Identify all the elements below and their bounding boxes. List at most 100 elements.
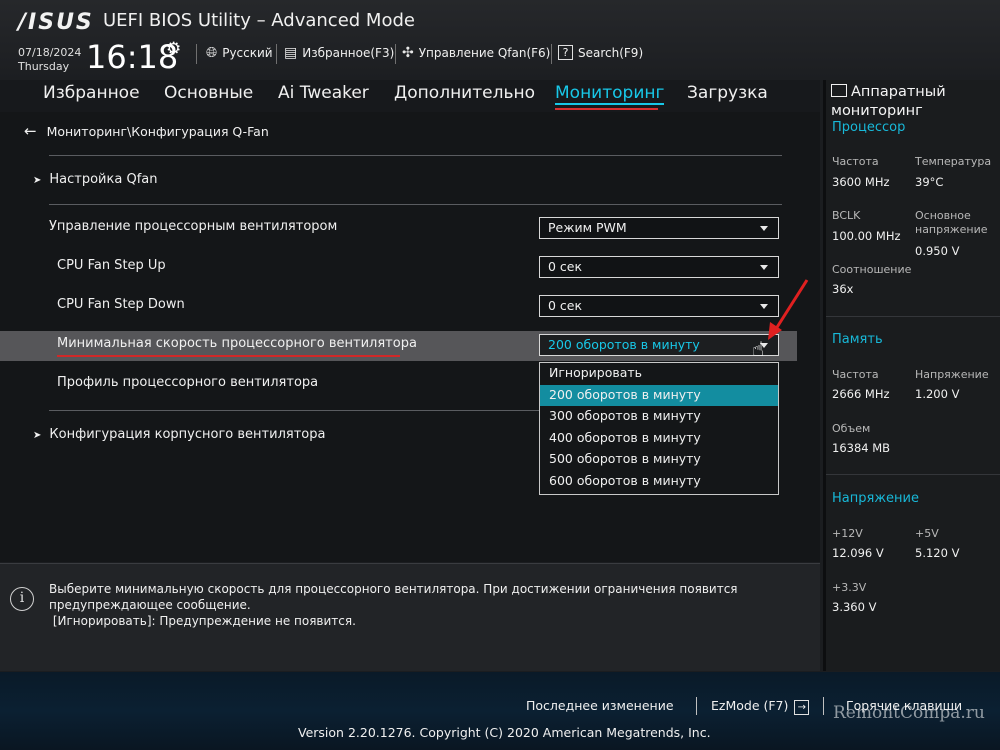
date-display: 07/18/2024 Thursday <box>18 46 81 74</box>
tab-ai-tweaker[interactable]: Ai Tweaker <box>278 83 369 103</box>
hand-cursor-icon: ☝ <box>752 337 765 361</box>
divider <box>49 204 782 205</box>
breadcrumb-path: Мониторинг\Конфигурация Q-Fan <box>46 123 269 139</box>
breadcrumb: ← Мониторинг\Конфигурация Q-Fan <box>24 122 269 140</box>
dropdown-arrow-icon <box>760 226 768 231</box>
v33-label: +3.3V <box>832 581 867 594</box>
tab-monitor[interactable]: Мониторинг <box>555 83 665 105</box>
divider <box>696 697 697 715</box>
qfan-settings-item[interactable]: ➤ Настройка Qfan <box>33 172 157 187</box>
min-speed-value: 200 оборотов в минуту <box>548 337 700 352</box>
tab-boot[interactable]: Загрузка <box>687 83 768 103</box>
cpu-temp-label: Температура <box>915 155 992 168</box>
option-200-rpm[interactable]: 200 оборотов в минуту <box>540 384 778 406</box>
cpu-fan-control-label: Управление процессорным вентилятором <box>49 219 338 234</box>
option-300-rpm[interactable]: 300 оборотов в минуту <box>540 406 778 428</box>
help-line: предупреждающее сообщение. <box>49 598 251 612</box>
divider <box>395 44 396 64</box>
clock: 16:18 <box>86 38 179 76</box>
divider <box>823 697 824 715</box>
help-line: [Игнорировать]: Предупреждение не появит… <box>49 614 356 628</box>
option-500-rpm[interactable]: 500 оборотов в минуту <box>540 449 778 471</box>
v12-value: 12.096 V <box>832 546 884 560</box>
favorites-icon: ▤ <box>284 45 298 61</box>
option-400-rpm[interactable]: 400 оборотов в минуту <box>540 428 778 450</box>
mem-volt-label: Напряжение <box>915 368 989 381</box>
divider <box>49 155 782 156</box>
mem-volt-value: 1.200 V <box>915 387 960 401</box>
cpu-section-title: Процессор <box>832 120 906 135</box>
step-up-value: 0 сек <box>548 259 583 274</box>
hw-monitor-title: Аппаратный мониторинг <box>831 84 946 119</box>
cpu-freq-label: Частота <box>832 155 879 168</box>
mem-freq-value: 2666 MHz <box>832 387 890 401</box>
language-label: Русский <box>222 46 273 60</box>
ezmode-label: EzMode (F7) <box>711 698 789 713</box>
asus-logo: /ISUS <box>18 10 94 35</box>
cpu-freq-value: 3600 MHz <box>832 175 890 189</box>
cpu-temp-value: 39°C <box>915 175 944 189</box>
search-label: Search(F9) <box>578 45 644 60</box>
divider <box>49 410 539 411</box>
app-title: UEFI BIOS Utility – Advanced Mode <box>103 10 415 31</box>
qfan-label: Управление Qfan(F6) <box>418 46 551 60</box>
expand-arrow-icon: ➤ <box>33 430 42 441</box>
weekday-text: Thursday <box>18 60 70 73</box>
bclk-label: BCLK <box>832 209 861 222</box>
tab-favorites[interactable]: Избранное <box>43 83 140 103</box>
tab-advanced[interactable]: Дополнительно <box>394 83 535 103</box>
min-speed-label[interactable]: Минимальная скорость процессорного венти… <box>57 336 417 351</box>
date-text: 07/18/2024 <box>18 46 82 59</box>
favorites-label: Избранное(F3) <box>302 46 395 60</box>
annotation-underline <box>555 108 658 110</box>
option-600-rpm[interactable]: 600 оборотов в минуту <box>540 471 778 493</box>
qfan-settings-label: Настройка Qfan <box>49 172 158 187</box>
watermark: RemontCompa.ru <box>833 703 985 723</box>
search-button[interactable]: ? Search(F9) <box>558 45 643 60</box>
qfan-button[interactable]: ✣ Управление Qfan(F6) <box>402 45 550 61</box>
step-up-label: CPU Fan Step Up <box>57 258 166 273</box>
mem-size-value: 16384 MB <box>832 441 891 455</box>
chassis-fan-config-label: Конфигурация корпусного вентилятора <box>49 427 326 442</box>
tab-main[interactable]: Основные <box>164 83 253 103</box>
help-icon: ? <box>558 45 573 60</box>
cpu-fan-control-dropdown[interactable]: Режим PWM <box>539 217 779 239</box>
step-up-dropdown[interactable]: 0 сек <box>539 256 779 278</box>
annotation-arrow-icon <box>768 279 809 340</box>
help-line: Выберите минимальную скорость для процес… <box>49 582 738 596</box>
step-down-dropdown[interactable]: 0 сек <box>539 295 779 317</box>
option-ignore[interactable]: Игнорировать <box>540 363 778 385</box>
ratio-label: Соотношение <box>832 263 912 276</box>
v5-value: 5.120 V <box>915 546 960 560</box>
info-icon: i <box>10 587 34 611</box>
version-text: Version 2.20.1276. Copyright (C) 2020 Am… <box>298 725 711 740</box>
divider <box>276 44 277 64</box>
step-down-value: 0 сек <box>548 298 583 313</box>
v5-label: +5V <box>915 527 939 540</box>
v12-label: +12V <box>832 527 863 540</box>
cpu-fan-control-value: Режим PWM <box>548 220 627 235</box>
favorites-button[interactable]: ▤ Избранное(F3) <box>284 45 394 61</box>
voltage-section-title: Напряжение <box>832 491 919 506</box>
ratio-value: 36x <box>832 282 854 296</box>
fan-profile-label[interactable]: Профиль процессорного вентилятора <box>57 375 318 390</box>
divider <box>826 474 1000 475</box>
last-change-button[interactable]: Последнее изменение <box>526 698 674 713</box>
back-arrow-icon[interactable]: ← <box>24 122 37 140</box>
step-down-label: CPU Fan Step Down <box>57 297 185 312</box>
fan-icon: ✣ <box>402 45 414 61</box>
mem-freq-label: Частота <box>832 368 879 381</box>
min-speed-dropdown[interactable]: 200 оборотов в минуту <box>539 334 779 356</box>
language-button[interactable]: 🌐︎ Русский <box>206 45 273 61</box>
divider <box>551 44 552 64</box>
core-voltage-value: 0.950 V <box>915 244 960 258</box>
mem-size-label: Объем <box>832 422 871 435</box>
divider <box>196 44 197 64</box>
exit-icon: → <box>794 700 810 715</box>
gear-icon[interactable]: ⚙ <box>166 39 181 59</box>
min-speed-options-list: Игнорировать 200 оборотов в минуту 300 о… <box>539 362 779 495</box>
ezmode-button[interactable]: EzMode (F7) → <box>711 698 810 715</box>
chassis-fan-config-item[interactable]: ➤ Конфигурация корпусного вентилятора <box>33 427 325 442</box>
annotation-underline <box>57 355 400 357</box>
memory-section-title: Память <box>832 332 883 347</box>
